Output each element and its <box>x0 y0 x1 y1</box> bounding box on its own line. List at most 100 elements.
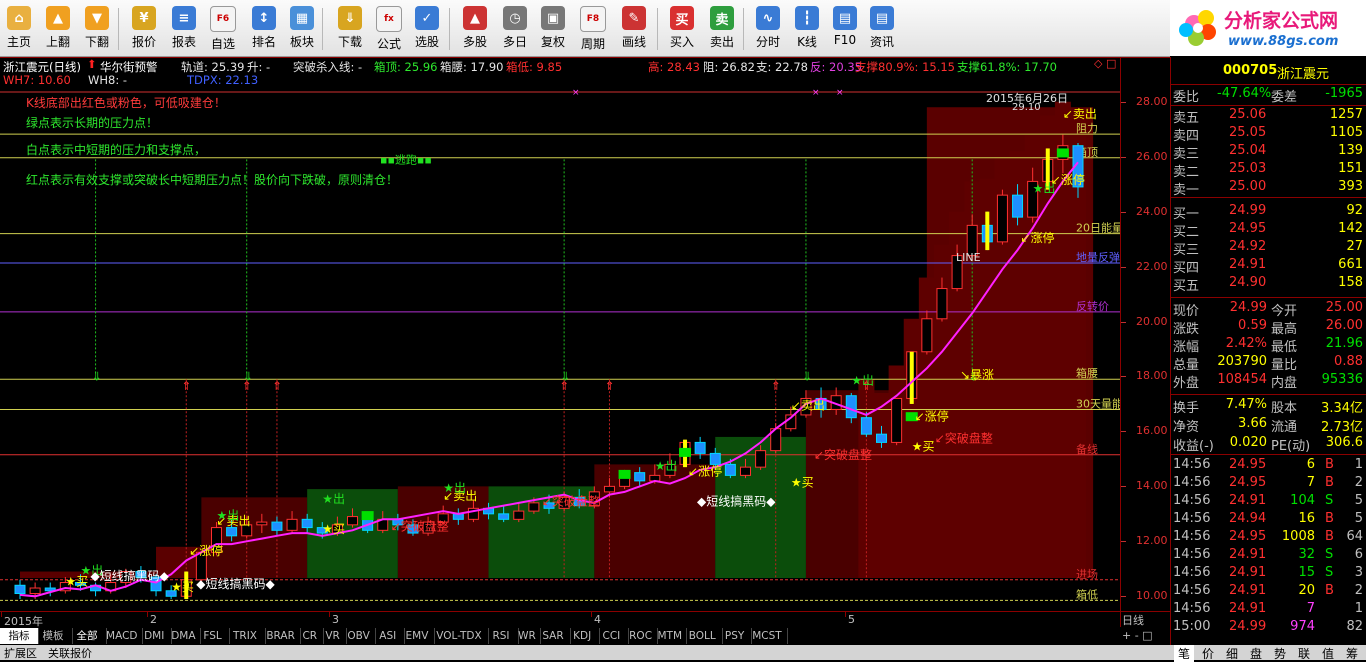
toolbar-button-10[interactable]: fx 公式 <box>373 6 405 54</box>
panel-toggle-icons[interactable]: ◇ □ <box>1094 57 1116 70</box>
tick-row: 14:56 24.91 104 S 5 <box>1171 493 1366 511</box>
out-label: ★出 <box>322 492 345 506</box>
toolbar-button-14[interactable]: ▣ 复权 <box>537 6 569 54</box>
stat-label: 总量 <box>1173 358 1200 373</box>
candle-body <box>694 441 706 454</box>
toolbar-button-9[interactable]: ⇓ 下载 <box>334 6 366 54</box>
tick-price: 24.95 <box>1229 457 1267 472</box>
toolbar-button-12[interactable]: ▲ 多股 <box>459 6 491 54</box>
y-tick-label: 24.00 <box>1136 204 1168 218</box>
tick-count: 5 <box>1354 493 1363 508</box>
tick-time: 14:56 <box>1173 457 1211 472</box>
kline-chart[interactable]: 阻力箱顶20日能量地量反弹反转价箱腰30天量能备线进场箱低2015年6月26日2… <box>0 88 1120 610</box>
right-tab[interactable]: 细 <box>1222 645 1242 662</box>
stat-row: 总量 203790 量比 0.88 <box>1171 354 1366 373</box>
indicator-tab-brar[interactable]: BRAR <box>261 628 302 644</box>
toolbar-button-6[interactable]: F6 自选 <box>207 6 239 54</box>
toolbar-button-20[interactable]: ┇ K线 <box>791 6 823 54</box>
candle-body <box>634 472 646 482</box>
tick-row: 14:56 24.91 32 S 6 <box>1171 547 1366 565</box>
tick-time: 14:56 <box>1173 493 1211 508</box>
toolbar-button-7[interactable]: ↕ 排名 <box>248 6 280 54</box>
toolbar-button-21[interactable]: ▤ F10 <box>829 6 861 54</box>
right-tab[interactable]: 联 <box>1294 645 1314 662</box>
ask-volume: 1105 <box>1329 125 1363 140</box>
formula-icon: fx <box>376 6 402 32</box>
candle-body <box>876 433 888 443</box>
toolbar-button-3[interactable]: ▼ 下翻 <box>81 6 113 54</box>
toolbar-separator <box>449 8 450 50</box>
toolbar-button-11[interactable]: ✓ 选股 <box>411 6 443 54</box>
toolbar-button-16[interactable]: ✎ 画线 <box>618 6 650 54</box>
stat-value: 108454 <box>1217 372 1267 387</box>
stat-value: 2.42% <box>1225 336 1267 351</box>
support-80-value: 支撑80.9%: 15.15 <box>855 60 955 74</box>
limit-up-label: ↙涨停 <box>688 463 722 478</box>
toolbar-button-4[interactable]: ¥ 报价 <box>128 6 160 54</box>
stat-value: 3.66 <box>1238 416 1267 431</box>
toolbar-button-15[interactable]: F8 周期 <box>577 6 609 54</box>
right-tab[interactable]: 势 <box>1270 645 1290 662</box>
right-tab[interactable]: 笔 <box>1174 645 1194 662</box>
right-tab[interactable]: 筹 <box>1342 645 1362 662</box>
toolbar-button-22[interactable]: ▤ 资讯 <box>866 6 898 54</box>
indicator-tab-trix[interactable]: TRIX <box>225 628 266 644</box>
ask-row: 卖三 25.04 139 <box>1171 143 1366 162</box>
indicator-tab-vol-tdx[interactable]: VOL-TDX <box>430 628 490 644</box>
candle-body <box>739 466 751 476</box>
bid-row: 买二 24.95 142 <box>1171 221 1366 240</box>
candle-body <box>286 518 298 531</box>
right-tab[interactable]: 盘 <box>1246 645 1266 662</box>
candle-body <box>29 587 41 595</box>
stat2-row: 收益(-) 0.020 PE(动) 306.6 <box>1171 435 1366 454</box>
ask-price: 25.00 <box>1229 179 1267 194</box>
tab-extension[interactable]: 扩展区 <box>4 645 37 661</box>
tick-side: B <box>1325 583 1334 598</box>
stat-label: 净资 <box>1173 420 1200 435</box>
bid-label: 买二 <box>1173 225 1200 240</box>
toolbar-button-17[interactable]: 买买入 <box>666 6 698 54</box>
buy-label: ★买 <box>791 475 814 489</box>
out-label: ★出 <box>443 481 466 495</box>
y-tick-mark <box>1121 266 1126 268</box>
level-label-2: 20日能量 <box>1076 221 1120 235</box>
toolbar-button-label: 卖出 <box>709 35 734 49</box>
x-tick-mark <box>329 612 330 617</box>
zoom-controls[interactable]: + - □ <box>1122 629 1153 642</box>
tab-related-quotes[interactable]: 关联报价 <box>48 645 92 661</box>
down-arrow-icon: ⇓ <box>802 370 812 384</box>
toolbar-button-label: 下载 <box>337 35 362 49</box>
toolbar-button-8[interactable]: ▦ 板块 <box>286 6 318 54</box>
up-arrow-icon: ⇑ <box>604 379 614 393</box>
toolbar-button-19[interactable]: ∿ 分时 <box>752 6 784 54</box>
limit-up-label: ↙涨停 <box>1051 172 1085 187</box>
toolbar-button-5[interactable]: ≡ 报表 <box>168 6 200 54</box>
sector-icon: ▦ <box>290 6 314 30</box>
candle-body <box>226 527 238 537</box>
toolbar-button-2[interactable]: ▲ 上翻 <box>42 6 74 54</box>
top-marker-icon: × <box>572 88 580 98</box>
extension-bar: 扩展区 关联报价 <box>0 645 1170 660</box>
stat-label: 流通 <box>1271 420 1298 435</box>
right-tab[interactable]: 价 <box>1198 645 1218 662</box>
f6-icon: F6 <box>210 6 236 32</box>
indicator-tab-mcst[interactable]: MCST <box>747 628 788 644</box>
logo-title: 分析家公式网 <box>1224 10 1339 32</box>
escape-label: ▪▪逃跑▪▪ <box>380 152 432 166</box>
right-tab[interactable]: 值 <box>1318 645 1338 662</box>
support-61-value: 支撑61.8%: 17.70 <box>957 60 1057 74</box>
stat-value: 26.00 <box>1325 318 1363 333</box>
period-label[interactable]: 日线 <box>1122 612 1144 628</box>
indicator-tab-macd[interactable]: MACD <box>102 628 143 644</box>
bid-price: 24.90 <box>1229 275 1267 290</box>
bid-label: 买四 <box>1173 261 1200 276</box>
toolbar-button-label: 自选 <box>210 37 235 51</box>
limit-up-label: ↙涨停 <box>915 408 949 423</box>
indicator-tab-boll[interactable]: BOLL <box>682 628 723 644</box>
toolbar-button-18[interactable]: 卖卖出 <box>706 6 738 54</box>
candle-body <box>271 521 283 531</box>
bid-label: 买五 <box>1173 279 1200 294</box>
toolbar-button-1[interactable]: ⌂ 主页 <box>3 6 35 54</box>
toolbar-button-13[interactable]: ◷ 多日 <box>499 6 531 54</box>
tick-volume: 104 <box>1290 493 1315 508</box>
